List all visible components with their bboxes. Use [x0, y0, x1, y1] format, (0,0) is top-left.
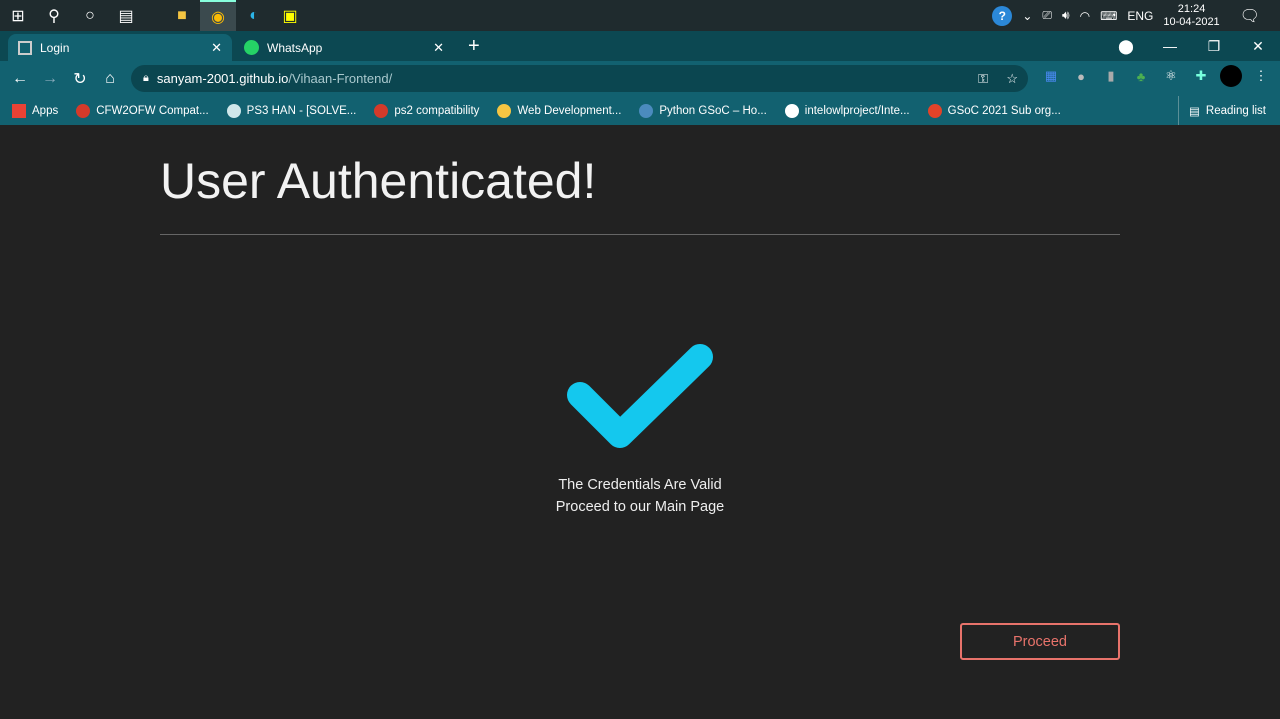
bookmark-label: Web Development...	[517, 104, 622, 117]
bookmark-item[interactable]: CFW2OFW Compat...	[76, 103, 209, 118]
bookmark-item[interactable]: GSoC 2021 Sub org...	[927, 103, 1061, 118]
url-host: sanyam-2001.github.io	[156, 71, 289, 86]
terminal-icon[interactable]: ▣	[272, 0, 308, 31]
page-title: User Authenticated!	[160, 153, 597, 209]
bookmark-item[interactable]: PS3 HAN - [SOLVE...	[226, 103, 357, 118]
tab-strip: Login ✕ WhatsApp ✕ +	[0, 31, 1280, 61]
react-devtools-icon[interactable]: ⚛	[1160, 65, 1182, 87]
close-tab-icon[interactable]: ✕	[433, 40, 444, 56]
checkmark-icon	[567, 344, 713, 448]
tab-search-icon[interactable]: ⬤	[1104, 38, 1148, 55]
bookmark-item[interactable]: Apps	[12, 103, 59, 118]
tree-extension-icon[interactable]: ♣	[1130, 65, 1152, 87]
bookmark-label: intelowlproject/Inte...	[804, 104, 910, 117]
notifications-icon[interactable]: 🗨︎	[1240, 6, 1260, 26]
cortana-icon[interactable]: ○	[72, 0, 108, 31]
reading-list-button[interactable]: ▤ Reading list	[1178, 96, 1266, 125]
minimize-button[interactable]: —	[1148, 38, 1192, 54]
bookmark-label: GSoC 2021 Sub org...	[947, 104, 1061, 117]
extensions-puzzle-icon[interactable]: ✚	[1190, 65, 1212, 87]
windows-taskbar: ⊞ ⚲ ○ ▤ ■ ◉ ◐ ▣ ? ⌄ ⎚ 🔊︎ ◠ ⌨ ENG 21:24 10…	[0, 0, 1280, 31]
discord-extension-icon[interactable]: ●	[1070, 65, 1092, 87]
bookmark-favicon-icon	[497, 103, 512, 118]
bookmark-item[interactable]: ps2 compatibility	[374, 103, 480, 118]
bookmark-item[interactable]: Web Development...	[497, 103, 622, 118]
keyboard-icon[interactable]: ⌨	[1100, 9, 1117, 23]
menu-kebab-icon[interactable]: ⋮	[1250, 65, 1272, 87]
bookmark-favicon-icon	[784, 103, 799, 118]
tab-label: Login	[40, 40, 70, 55]
meet-icon[interactable]: ⎚	[1042, 8, 1052, 23]
home-icon[interactable]: ⌂	[95, 70, 125, 88]
bookmark-label: PS3 HAN - [SOLVE...	[246, 104, 357, 117]
tab-whatsapp[interactable]: WhatsApp ✕	[234, 34, 454, 61]
chrome-icon[interactable]: ◉	[200, 0, 236, 31]
lock-icon: 🔒︎	[143, 72, 149, 84]
whatsapp-icon	[244, 40, 259, 55]
clock[interactable]: 21:24 10-04-2021	[1163, 3, 1219, 29]
bookmark-item[interactable]: intelowlproject/Inte...	[784, 103, 910, 118]
bookmark-favicon-icon	[226, 103, 241, 118]
forward-icon[interactable]: →	[35, 70, 65, 88]
back-icon[interactable]: ←	[5, 70, 35, 88]
new-tab-button[interactable]: +	[468, 35, 480, 58]
proceed-prompt-text: Proceed to our Main Page	[555, 499, 725, 515]
volume-icon[interactable]: 🔊︎	[1062, 8, 1070, 23]
wifi-icon[interactable]: ◠	[1080, 9, 1090, 23]
extensions-area: ▦ ● ▮ ♣ ⚛ ✚ ⋮	[1040, 65, 1272, 87]
bookmark-label: ps2 compatibility	[394, 104, 480, 117]
divider	[160, 234, 1120, 235]
file-explorer-icon[interactable]: ■	[164, 0, 200, 31]
credentials-valid-text: The Credentials Are Valid	[558, 477, 722, 493]
tab-login[interactable]: Login ✕	[8, 34, 232, 61]
restore-button[interactable]: ❐	[1192, 38, 1236, 55]
window-controls: ⬤ — ❐ ✕	[1104, 31, 1280, 61]
tab-label: WhatsApp	[267, 40, 323, 55]
reload-icon[interactable]: ↻	[65, 69, 95, 89]
profile-avatar[interactable]	[1220, 65, 1242, 87]
reading-list-icon: ▤	[1189, 105, 1200, 118]
chevron-up-icon[interactable]: ⌄	[1022, 9, 1032, 23]
translate-extension-icon[interactable]: ▦	[1040, 65, 1062, 87]
reading-list-label: Reading list	[1205, 104, 1266, 117]
close-window-button[interactable]: ✕	[1236, 38, 1280, 55]
help-icon[interactable]: ?	[992, 5, 1013, 26]
search-icon[interactable]: ⚲	[36, 0, 72, 31]
apps-grid-icon	[12, 103, 26, 118]
date: 10-04-2021	[1163, 15, 1220, 28]
url-path: /Vihaan-Frontend/	[288, 71, 393, 86]
windows-start-icon[interactable]: ⊞	[0, 0, 36, 31]
time: 21:24	[1177, 2, 1206, 15]
task-view-icon[interactable]: ▤	[108, 0, 144, 31]
extension-icon[interactable]: ▮	[1100, 65, 1122, 87]
proceed-button[interactable]: Proceed	[960, 623, 1120, 660]
bookmarks-bar: Apps CFW2OFW Compat... PS3 HAN - [SOLVE...…	[0, 96, 1280, 125]
bookmark-label: Apps	[32, 104, 59, 117]
page-favicon-icon	[18, 40, 32, 55]
key-icon[interactable]: ⚿	[978, 71, 988, 87]
bookmark-label: Python GSoC – Ho...	[659, 104, 767, 117]
bookmark-favicon-icon	[374, 103, 389, 118]
language-indicator[interactable]: ENG	[1127, 9, 1153, 23]
browser-toolbar: ← → ↻ ⌂ 🔒︎ sanyam-2001.github.io/Vihaan-…	[0, 61, 1280, 96]
bookmark-favicon-icon	[639, 103, 654, 118]
bookmark-item[interactable]: Python GSoC – Ho...	[639, 103, 767, 118]
bookmark-favicon-icon	[76, 103, 91, 118]
close-tab-icon[interactable]: ✕	[211, 40, 222, 56]
edge-icon[interactable]: ◐	[236, 0, 272, 31]
bookmark-label: CFW2OFW Compat...	[96, 104, 209, 117]
bookmark-favicon-icon	[927, 103, 942, 118]
bookmark-star-icon[interactable]: ☆	[1006, 71, 1018, 87]
address-bar[interactable]: 🔒︎ sanyam-2001.github.io/Vihaan-Frontend…	[131, 65, 1028, 92]
